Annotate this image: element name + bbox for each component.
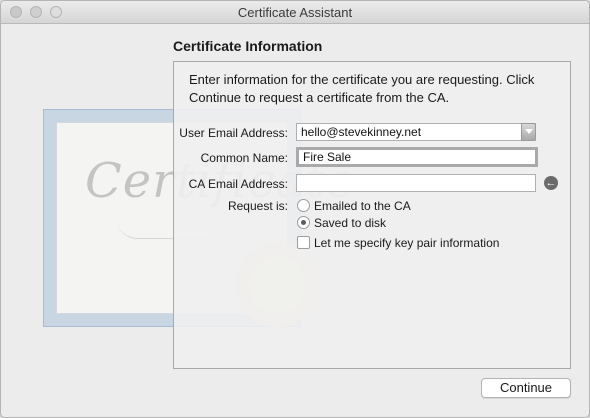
arrow-left-icon[interactable]: ← (544, 176, 558, 190)
window-title: Certificate Assistant (237, 5, 353, 20)
section-title: Certificate Information (173, 38, 323, 54)
certificate-assistant-window: Certificate Assistant Certificate Certif… (0, 0, 590, 418)
continue-button[interactable]: Continue (481, 378, 571, 398)
user-email-value: hello@stevekinney.net (301, 125, 422, 139)
key-pair-checkbox[interactable] (297, 236, 310, 249)
request-is-label: Request is: (227, 199, 288, 213)
common-name-field[interactable]: Fire Sale (296, 147, 538, 167)
chevron-down-icon[interactable] (521, 123, 536, 141)
radio-emailed-to-ca-label[interactable]: Emailed to the CA (314, 199, 411, 213)
user-email-combobox[interactable]: hello@stevekinney.net (296, 123, 536, 141)
common-name-value: Fire Sale (303, 150, 352, 164)
ca-email-field[interactable] (296, 174, 536, 192)
radio-saved-to-disk[interactable] (297, 216, 310, 229)
key-pair-checkbox-label[interactable]: Let me specify key pair information (314, 236, 499, 250)
common-name-label: Common Name: (200, 151, 288, 165)
title-bar: Certificate Assistant (1, 1, 589, 24)
radio-saved-to-disk-label[interactable]: Saved to disk (314, 216, 386, 230)
radio-emailed-to-ca[interactable] (297, 199, 310, 212)
ca-email-label: CA Email Address: (188, 177, 288, 191)
form-panel (173, 61, 571, 369)
intro-text: Enter information for the certificate yo… (189, 72, 535, 105)
user-email-label: User Email Address: (179, 126, 288, 140)
